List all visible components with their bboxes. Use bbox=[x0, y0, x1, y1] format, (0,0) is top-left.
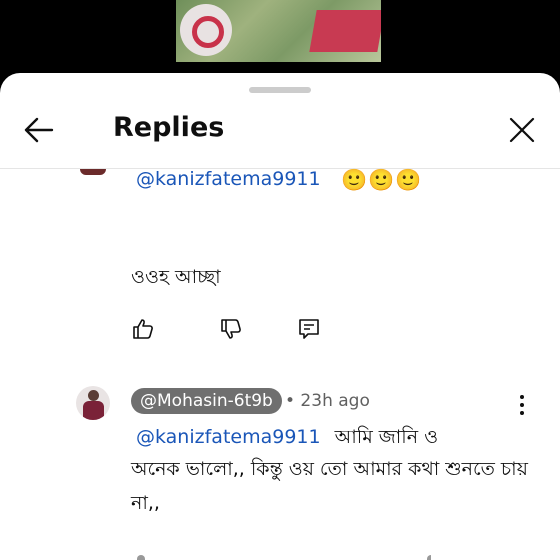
replies-header: Replies bbox=[0, 101, 560, 161]
comment-text: অনেক ভালো,, কিন্তু ওয় তো আমার কথা শুনতে… bbox=[131, 458, 528, 514]
timestamp: • 23h ago bbox=[285, 391, 370, 411]
page-title: Replies bbox=[113, 112, 225, 143]
more-options-icon[interactable] bbox=[514, 393, 530, 417]
author-name[interactable]: @Mohasin-6t9b bbox=[131, 388, 282, 414]
avatar[interactable] bbox=[76, 386, 110, 420]
dislike-icon[interactable] bbox=[219, 317, 243, 341]
reply-icon[interactable] bbox=[297, 317, 321, 341]
thumbnail-logo-shape bbox=[180, 4, 232, 56]
replies-sheet: Replies @kanizfatema9911 🙂🙂🙂 ওওহ আচ্ছা @… bbox=[0, 73, 560, 560]
dot bbox=[520, 411, 524, 415]
mention-link[interactable]: @kanizfatema9911 bbox=[136, 426, 321, 448]
comment-text-start: আমি জানি ও bbox=[334, 426, 439, 448]
comment-mention-line: @kanizfatema9911 🙂🙂🙂 bbox=[136, 168, 421, 192]
next-comment-peek bbox=[131, 547, 431, 560]
back-arrow-icon[interactable] bbox=[22, 113, 56, 147]
close-icon[interactable] bbox=[509, 117, 535, 143]
comment-actions bbox=[131, 317, 331, 347]
drag-handle[interactable] bbox=[249, 87, 311, 93]
dot bbox=[520, 403, 524, 407]
peek-mark bbox=[427, 555, 431, 560]
comment-text: ওওহ আচ্ছা bbox=[131, 266, 221, 288]
video-thumbnail[interactable] bbox=[176, 0, 381, 62]
avatar-torso bbox=[83, 401, 104, 420]
emoji-text: 🙂🙂🙂 bbox=[341, 168, 423, 192]
peek-mark bbox=[137, 555, 145, 560]
thumbnail-banner-shape bbox=[309, 10, 381, 52]
avatar-head bbox=[88, 390, 99, 401]
dot bbox=[520, 395, 524, 399]
avatar[interactable] bbox=[80, 169, 106, 175]
mention-link[interactable]: @kanizfatema9911 bbox=[136, 168, 321, 190]
comment-first-line: @kanizfatema9911 আমি জানি ও bbox=[136, 423, 438, 455]
like-icon[interactable] bbox=[131, 317, 155, 341]
